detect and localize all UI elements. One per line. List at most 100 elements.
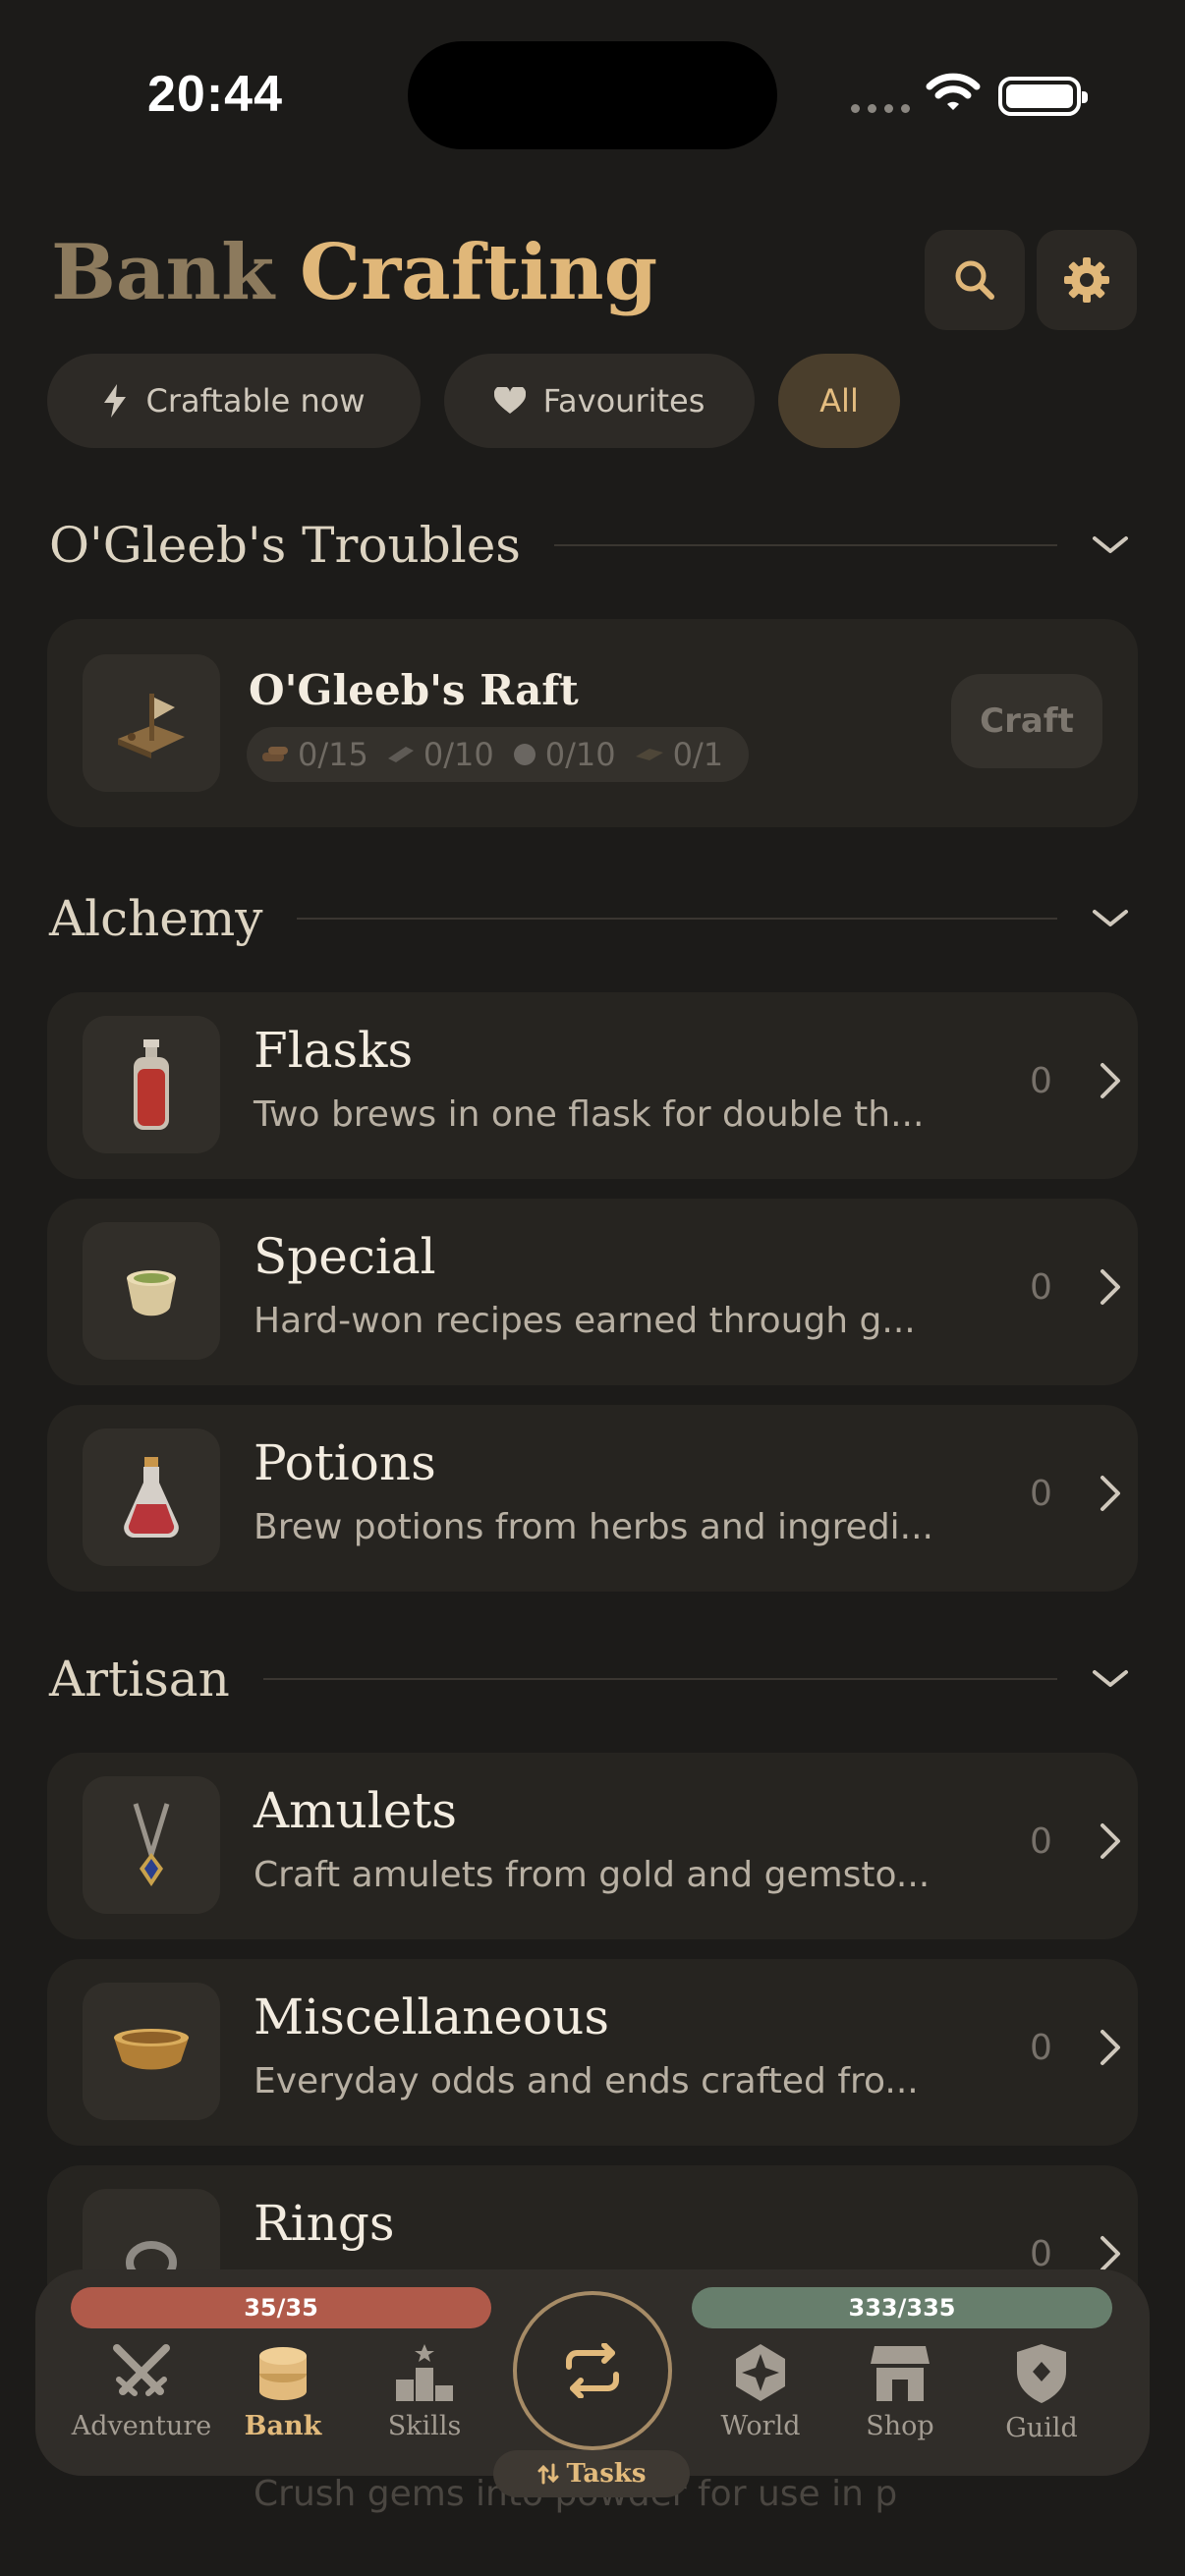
compass-icon xyxy=(736,2344,785,2401)
search-icon xyxy=(955,260,994,300)
chip-label: Craftable now xyxy=(145,382,366,420)
requirement-stone: 0/10 xyxy=(512,736,616,773)
chevron-right-icon xyxy=(1100,1063,1120,1098)
section-title: O'Gleeb's Troubles xyxy=(49,517,521,574)
tasks-label: Tasks xyxy=(566,2459,647,2489)
dynamic-island xyxy=(408,41,777,149)
category-description: Everyday odds and ends crafted fro... xyxy=(254,2061,919,2101)
category-title: Special xyxy=(254,1228,436,1285)
raft-icon xyxy=(118,694,185,758)
filter-all[interactable]: All xyxy=(778,354,900,448)
category-card-flasks[interactable]: Flasks Two brews in one flask for double… xyxy=(47,992,1138,1179)
category-count: 0 xyxy=(1030,1821,1052,1862)
nav-adventure[interactable]: Adventure xyxy=(71,2342,212,2441)
chevron-right-icon xyxy=(1100,2236,1120,2271)
category-card-amulets[interactable]: Amulets Craft amulets from gold and gems… xyxy=(47,1753,1138,1939)
requirement-planks: 0/10 xyxy=(386,736,494,773)
category-count: 0 xyxy=(1030,1267,1052,1308)
nav-shop[interactable]: Shop xyxy=(831,2342,969,2441)
swap-small-icon xyxy=(537,2463,558,2485)
category-count: 0 xyxy=(1030,1061,1052,1101)
tasks-label-pill[interactable]: Tasks xyxy=(493,2450,690,2497)
divider xyxy=(262,1678,1057,1680)
stone-icon xyxy=(513,744,536,765)
nav-label: Adventure xyxy=(71,2411,212,2441)
requirements: 0/15 0/10 0/10 0/1 xyxy=(247,727,750,782)
health-bar: 35/35 xyxy=(71,2287,491,2328)
chevron-right-icon xyxy=(1100,1269,1120,1305)
chevron-down-icon[interactable] xyxy=(1089,534,1132,556)
wifi-icon xyxy=(926,73,981,110)
recipe-title: O'Gleeb's Raft xyxy=(249,666,579,714)
search-button[interactable] xyxy=(925,230,1025,330)
chevron-right-icon xyxy=(1100,2030,1120,2065)
gear-icon xyxy=(1064,257,1109,303)
raft-thumbnail xyxy=(83,654,220,792)
guild-shield-icon xyxy=(1017,2344,1066,2403)
nav-label: Bank xyxy=(244,2411,322,2441)
category-thumbnail xyxy=(83,1776,220,1914)
nav-label: Skills xyxy=(387,2411,462,2441)
nav-bank[interactable]: Bank xyxy=(214,2342,352,2441)
settings-button[interactable] xyxy=(1037,230,1137,330)
nav-label: Guild xyxy=(1005,2413,1078,2443)
category-thumbnail xyxy=(83,1983,220,2120)
category-title: Flasks xyxy=(254,1022,414,1079)
filter-favourites[interactable]: Favourites xyxy=(444,354,755,448)
chip-label: Favourites xyxy=(542,382,705,420)
section-header-troubles[interactable]: O'Gleeb's Troubles xyxy=(49,517,1132,574)
nav-skills[interactable]: Skills xyxy=(356,2342,493,2441)
category-count: 0 xyxy=(1030,2234,1052,2274)
requirement-cloth: 0/1 xyxy=(634,736,723,773)
chevron-right-icon xyxy=(1100,1476,1120,1511)
nav-guild[interactable]: Guild xyxy=(973,2342,1110,2443)
category-title: Rings xyxy=(254,2195,395,2252)
category-title: Miscellaneous xyxy=(254,1988,609,2045)
category-title: Amulets xyxy=(254,1782,458,1839)
category-card-special[interactable]: Special Hard-won recipes earned through … xyxy=(47,1199,1138,1385)
section-title: Alchemy xyxy=(49,890,263,947)
category-count: 0 xyxy=(1030,2028,1052,2068)
heart-icon xyxy=(493,387,526,414)
chevron-down-icon[interactable] xyxy=(1089,1668,1132,1690)
amulet-icon xyxy=(133,1803,170,1886)
section-header-artisan[interactable]: Artisan xyxy=(49,1651,1132,1708)
tab-bank[interactable]: Bank xyxy=(51,228,274,317)
bowl-icon xyxy=(127,1270,176,1316)
battery-icon xyxy=(998,77,1088,116)
nav-world[interactable]: World xyxy=(692,2342,829,2441)
tab-crafting[interactable]: Crafting xyxy=(300,228,657,317)
shop-icon xyxy=(871,2346,930,2401)
divider xyxy=(296,918,1057,920)
flask-icon xyxy=(134,1039,169,1130)
nav-label: World xyxy=(720,2411,801,2441)
category-description: Craft amulets from gold and gemsto... xyxy=(254,1855,931,1895)
recipe-card-raft[interactable]: O'Gleeb's Raft 0/15 0/10 0/10 0/1 Craft xyxy=(47,619,1138,827)
experience-bar: 333/335 xyxy=(692,2287,1112,2328)
category-description: Two brews in one flask for double th... xyxy=(254,1094,925,1135)
category-description: Brew potions from herbs and ingredi... xyxy=(254,1507,933,1547)
nav-label: Shop xyxy=(866,2411,934,2441)
category-count: 0 xyxy=(1030,1474,1052,1514)
crossed-swords-icon xyxy=(113,2344,170,2396)
tasks-button[interactable] xyxy=(513,2291,672,2450)
section-header-alchemy[interactable]: Alchemy xyxy=(49,890,1132,947)
coins-icon xyxy=(259,2347,307,2400)
category-thumbnail xyxy=(83,1016,220,1153)
chip-label: All xyxy=(819,382,859,420)
skills-podium-icon xyxy=(396,2344,453,2401)
category-thumbnail xyxy=(83,1222,220,1360)
cloth-icon xyxy=(635,749,663,760)
chevron-down-icon[interactable] xyxy=(1089,908,1132,929)
logs-icon xyxy=(262,747,288,761)
category-description: Hard-won recipes earned through g... xyxy=(254,1301,916,1341)
filter-craftable-now[interactable]: Craftable now xyxy=(47,354,421,448)
category-card-potions[interactable]: Potions Brew potions from herbs and ingr… xyxy=(47,1405,1138,1592)
requirement-logs: 0/15 xyxy=(260,736,368,773)
swap-arrows-icon xyxy=(566,2343,619,2398)
category-title: Potions xyxy=(254,1434,436,1491)
bottom-navigation: 35/35 333/335 Adventure Bank Skills Task… xyxy=(35,2269,1150,2497)
status-time: 20:44 xyxy=(147,66,283,123)
craft-button[interactable]: Craft xyxy=(951,674,1102,768)
category-card-miscellaneous[interactable]: Miscellaneous Everyday odds and ends cra… xyxy=(47,1959,1138,2146)
